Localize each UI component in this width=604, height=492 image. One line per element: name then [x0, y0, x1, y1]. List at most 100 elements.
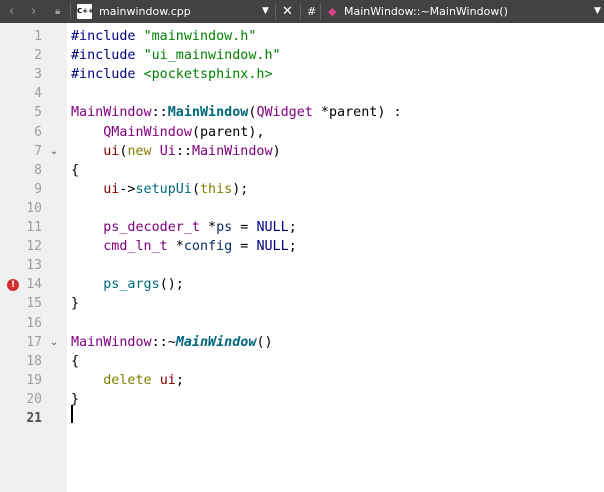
code-line: {	[71, 352, 79, 371]
line-number: 13	[26, 258, 42, 274]
code-token: (	[191, 181, 200, 197]
code-token: ()	[256, 334, 273, 350]
line-number: 21	[26, 411, 42, 426]
code-token: MainWindow	[167, 105, 249, 121]
code-token: ();	[159, 277, 184, 293]
code-token: ui	[103, 143, 120, 159]
fold-chevron-icon[interactable]: ⌄	[49, 333, 59, 352]
code-line: ui->setupUi(this);	[71, 180, 248, 199]
code-token: {	[71, 162, 80, 178]
code-token: ps_decoder_t	[103, 220, 200, 235]
code-token: parent	[200, 124, 249, 140]
line-number: 8	[34, 162, 42, 178]
file-name-label[interactable]: mainwindow.cpp	[99, 0, 191, 23]
code-token: ui	[103, 181, 120, 197]
code-token: {	[71, 353, 80, 369]
line-number: 3	[34, 67, 42, 83]
toolbar-divider	[300, 3, 301, 20]
code-token: ->	[119, 181, 136, 197]
code-token: *	[167, 239, 184, 255]
code-line: MainWindow::MainWindow(QWidget *parent) …	[71, 103, 402, 122]
code-line: ps_decoder_t *ps = NULL;	[71, 218, 297, 237]
code-token: ;	[288, 220, 297, 235]
code-editor[interactable]	[67, 23, 604, 492]
chevron-left-icon[interactable]: ‹	[9, 0, 14, 23]
code-token: QWidget	[256, 105, 313, 121]
code-token: "ui_mainwindow.h"	[143, 48, 281, 64]
code-token: ps_args	[103, 277, 160, 293]
code-token: MainWindow	[71, 334, 152, 350]
code-token: NULL	[256, 220, 289, 235]
code-token: }	[71, 296, 80, 312]
code-token: (	[191, 124, 200, 140]
symbol-selector[interactable]: MainWindow::~MainWindow()	[344, 0, 508, 23]
cpp-file-icon: C++	[77, 4, 94, 19]
hash-symbol-button[interactable]: #	[307, 0, 316, 23]
line-number: 7	[34, 143, 42, 159]
code-token: ps	[216, 220, 233, 235]
line-number: 9	[34, 181, 42, 197]
code-token: ;	[175, 372, 184, 388]
line-number: 17	[26, 334, 42, 350]
line-number: 15	[26, 296, 42, 312]
code-token: cmd_ln_t	[103, 239, 168, 255]
code-token: )	[272, 143, 281, 159]
line-number: 4	[34, 86, 42, 102]
line-number: 10	[26, 200, 42, 216]
code-token: #include	[71, 48, 144, 64]
text-cursor	[71, 405, 73, 423]
code-line: #include <pocketsphinx.h>	[71, 65, 273, 84]
code-token: MainWindow	[191, 143, 273, 159]
code-token: new	[127, 143, 160, 159]
line-number: 6	[34, 124, 42, 140]
toolbar-divider	[320, 3, 321, 20]
line-number-gutter[interactable]: 1 2 3 4 5 6 7 ⌄ 8 9 10 11 12 13 14! 15 16 17 ⌄ 18 19 20 21	[0, 23, 67, 492]
code-token: MainWindow	[175, 334, 257, 350]
code-token: NULL	[256, 239, 289, 255]
chevron-right-icon[interactable]: ›	[31, 0, 36, 23]
fold-chevron-icon[interactable]: ⌄	[49, 142, 59, 161]
code-token: this	[200, 181, 233, 197]
code-token: config	[183, 239, 233, 255]
toolbar-divider	[275, 3, 276, 20]
code-token: ::	[175, 143, 192, 159]
lock-icon[interactable]: 🔒︎	[55, 0, 60, 23]
line-number: 19	[26, 372, 42, 388]
code-line: cmd_ln_t *config = NULL;	[71, 237, 297, 256]
code-token: MainWindow	[71, 105, 152, 121]
line-number: 16	[26, 315, 42, 331]
code-token: parent	[329, 105, 378, 121]
caret-down-icon[interactable]: ▼	[594, 0, 601, 23]
code-token: *	[200, 220, 217, 235]
line-number: 1	[34, 29, 42, 44]
code-line: MainWindow::~MainWindow()	[71, 333, 273, 352]
method-icon: ◆	[328, 5, 337, 18]
code-line: ui(new Ui::MainWindow)	[71, 142, 281, 161]
code-token: ;	[288, 239, 297, 255]
code-token: #include	[71, 29, 144, 44]
code-line: {	[71, 161, 79, 180]
close-icon[interactable]: ✕	[282, 0, 293, 23]
code-token: ) :	[377, 105, 402, 121]
code-token: QMainWindow	[103, 124, 192, 140]
code-token: *	[312, 105, 329, 121]
line-number: 18	[26, 353, 42, 369]
code-line: #include "ui_mainwindow.h"	[71, 46, 281, 65]
code-token: <pocketsphinx.h>	[143, 67, 273, 83]
code-line: }	[71, 294, 79, 313]
line-number: 12	[26, 239, 42, 255]
code-token: =	[232, 220, 257, 235]
caret-down-icon[interactable]: ▼	[262, 0, 269, 23]
toolbar-divider	[70, 3, 71, 20]
line-number: 2	[34, 48, 42, 64]
code-token: =	[232, 239, 257, 255]
code-token: ),	[248, 124, 265, 140]
line-number: 11	[26, 220, 42, 235]
editor-toolbar: ‹ › 🔒︎ C++ mainwindow.cpp ▼ ✕ # ◆ MainWi…	[0, 0, 604, 23]
code-token: ::~	[151, 334, 176, 350]
